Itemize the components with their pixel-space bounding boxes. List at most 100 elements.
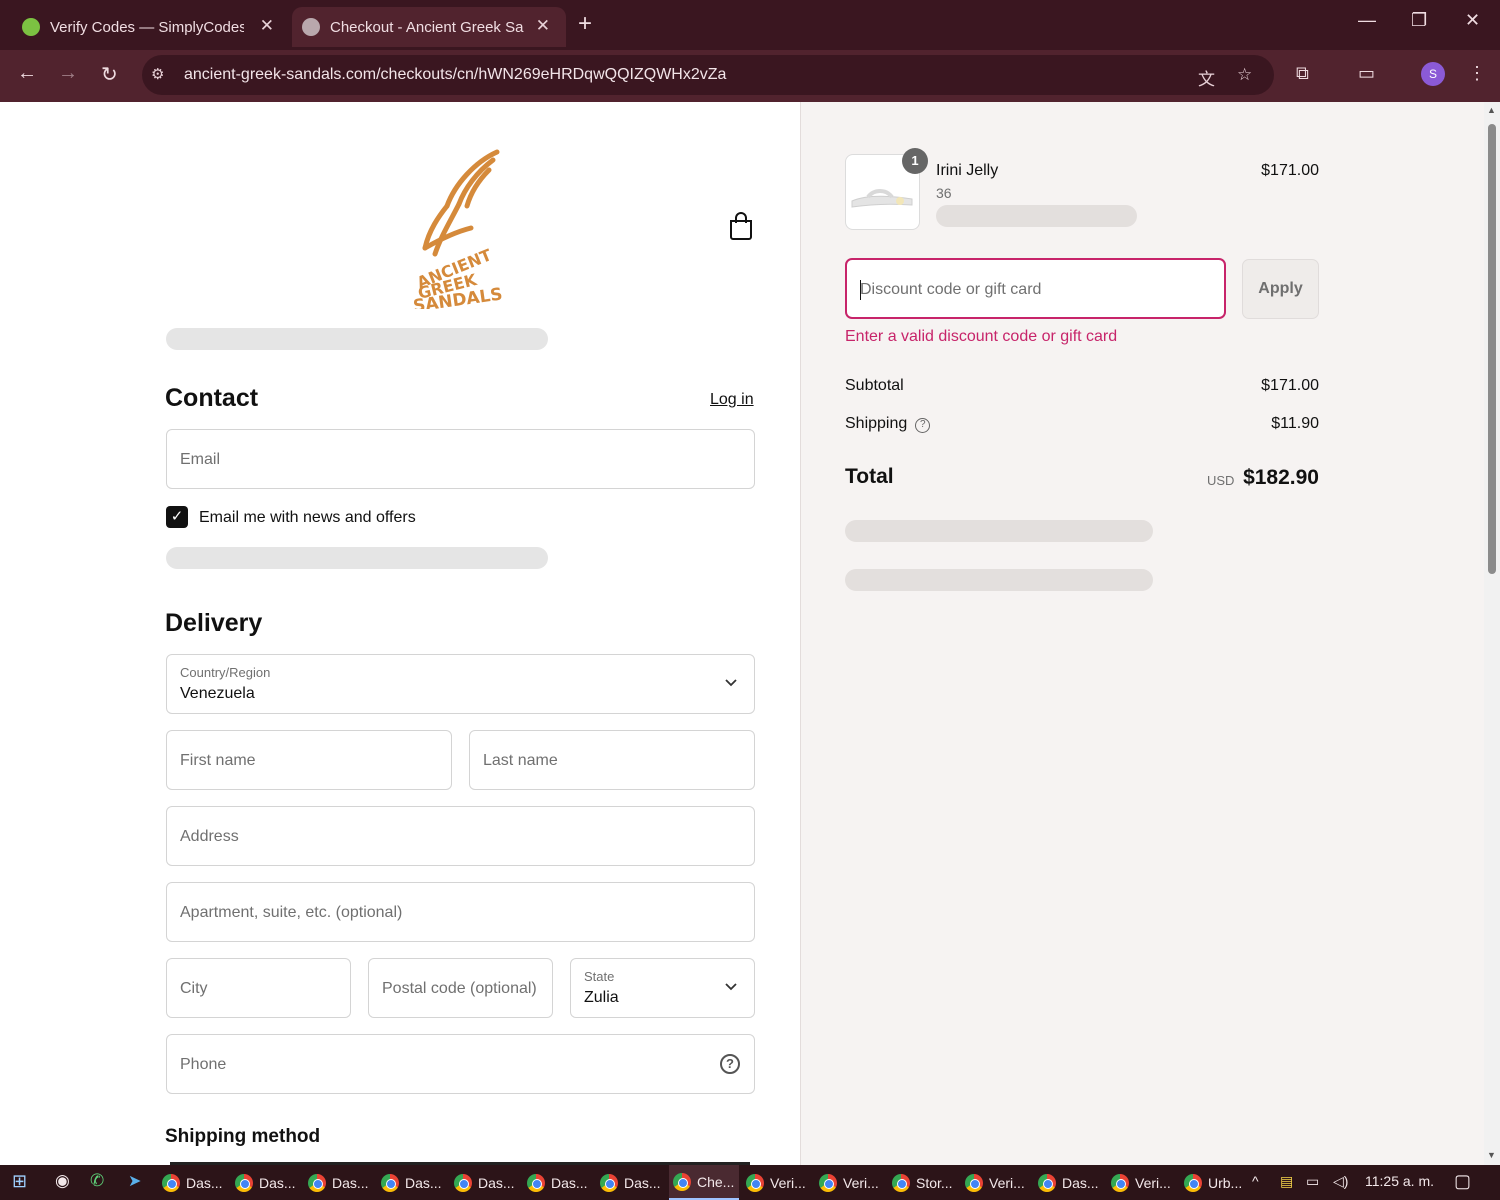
page-scrollbar[interactable]: ▲ ▼ (1484, 102, 1500, 1165)
city-field[interactable]: City (166, 958, 351, 1018)
profile-avatar[interactable]: S (1421, 62, 1445, 86)
translate-icon[interactable]: 文 (1198, 65, 1215, 90)
taskbar-window-label: Das... (478, 1174, 515, 1191)
close-window-icon[interactable]: ✕ (1465, 10, 1480, 31)
taskbar-window-button[interactable]: Veri... (961, 1165, 1031, 1200)
windows-start-icon[interactable]: ⊞ (12, 1171, 27, 1192)
address-placeholder: Address (180, 828, 239, 845)
shipping-method-heading: Shipping method (165, 1126, 321, 1147)
taskbar-window-button[interactable]: Das... (523, 1165, 593, 1200)
chrome-icon (819, 1173, 837, 1192)
notifications-icon[interactable]: ▢ (1454, 1171, 1471, 1192)
tab-title: Verify Codes — SimplyCodes (50, 18, 244, 36)
taskbar-window-label: Das... (405, 1174, 442, 1191)
taskbar-window-button[interactable]: Stor... (888, 1165, 958, 1200)
address-field[interactable]: Address (166, 806, 755, 866)
total-label: Total (845, 465, 894, 488)
chrome-icon (308, 1173, 326, 1192)
taskbar-window-button[interactable]: Das... (596, 1165, 666, 1200)
newsletter-checkbox[interactable]: ✓ (166, 506, 188, 528)
back-icon[interactable]: ← (17, 62, 37, 85)
reload-icon[interactable]: ↻ (101, 62, 118, 87)
address-bar[interactable]: ⚙ ancient-greek-sandals.com/checkouts/cn… (142, 55, 1274, 95)
taskbar-window-button[interactable]: Che... (669, 1165, 739, 1200)
postal-code-field[interactable]: Postal code (optional) (368, 958, 553, 1018)
shopping-bag-icon[interactable] (728, 212, 754, 240)
url-text[interactable]: ancient-greek-sandals.com/checkouts/cn/h… (184, 66, 726, 84)
tab-verify-codes[interactable]: Verify Codes — SimplyCodes ✕ (0, 7, 290, 47)
loading-placeholder (166, 547, 548, 569)
minimize-icon[interactable]: — (1358, 10, 1376, 31)
city-placeholder: City (180, 980, 208, 997)
taskbar-window-button[interactable]: Das... (377, 1165, 447, 1200)
scroll-down-icon[interactable]: ▼ (1487, 1150, 1496, 1160)
taskbar-window-button[interactable]: Das... (1034, 1165, 1104, 1200)
network-icon[interactable]: ▭ (1306, 1173, 1319, 1190)
phone-field[interactable]: Phone ? (166, 1034, 755, 1094)
subtotal-value: $171.00 (1261, 377, 1319, 394)
globe-favicon-icon (302, 18, 320, 36)
product-name: Irini Jelly (936, 162, 999, 179)
taskbar-window-label: Stor... (916, 1174, 953, 1191)
chrome-icon (1038, 1173, 1056, 1192)
discount-error-message: Enter a valid discount code or gift card (845, 328, 1118, 345)
whatsapp-icon[interactable]: ✆ (90, 1171, 104, 1191)
taskbar-window-button[interactable]: Veri... (1107, 1165, 1177, 1200)
first-name-field[interactable]: First name (166, 730, 452, 790)
apartment-field[interactable]: Apartment, suite, etc. (optional) (166, 882, 755, 942)
close-tab-icon[interactable]: ✕ (536, 16, 550, 36)
taskbar-window-button[interactable]: Urb... (1180, 1165, 1250, 1200)
checkout-page: ANCIENT GREEK SANDALS Contact Log in Ema… (0, 102, 1484, 1165)
email-field[interactable]: Email (166, 429, 755, 489)
menu-icon[interactable]: ⋮ (1468, 63, 1486, 84)
help-icon[interactable]: ? (720, 1054, 740, 1074)
phone-placeholder: Phone (180, 1056, 227, 1073)
scroll-up-icon[interactable]: ▲ (1487, 105, 1496, 115)
site-info-icon[interactable]: ⚙ (151, 65, 164, 83)
last-name-field[interactable]: Last name (469, 730, 755, 790)
country-label: Country/Region (180, 665, 271, 680)
newsletter-label: Email me with news and offers (199, 509, 416, 526)
volume-icon[interactable]: ◁) (1333, 1173, 1348, 1190)
delivery-heading: Delivery (165, 609, 263, 637)
chrome-icon (527, 1173, 545, 1192)
extensions-icon[interactable]: ⧉ (1296, 63, 1309, 84)
taskbar-window-button[interactable]: Das... (158, 1165, 228, 1200)
taskbar-window-button[interactable]: Das... (450, 1165, 520, 1200)
scrollbar-thumb[interactable] (1488, 124, 1496, 574)
state-select[interactable]: State Zulia (570, 958, 755, 1018)
country-value: Venezuela (180, 685, 255, 702)
close-tab-icon[interactable]: ✕ (260, 16, 274, 36)
taskbar-window-button[interactable]: Das... (231, 1165, 301, 1200)
contact-heading: Contact (165, 384, 259, 412)
clock[interactable]: 11:25 a. m. (1365, 1173, 1434, 1189)
notes-tray-icon[interactable]: ▤ (1280, 1173, 1293, 1190)
restore-icon[interactable]: ❐ (1411, 10, 1427, 31)
taskbar-window-button[interactable]: Veri... (742, 1165, 812, 1200)
discount-code-input[interactable]: Discount code or gift card (845, 258, 1226, 319)
new-tab-icon[interactable]: + (578, 10, 592, 38)
help-icon[interactable]: ? (915, 418, 931, 433)
forward-icon[interactable]: → (58, 62, 78, 85)
tab-title: Checkout - Ancient Greek Sand (330, 18, 524, 36)
tray-overflow-icon[interactable]: ^ (1252, 1173, 1259, 1189)
reading-list-icon[interactable]: ▭ (1358, 63, 1375, 84)
taskbar-window-button[interactable]: Das... (304, 1165, 374, 1200)
simplycodes-favicon-icon (22, 18, 40, 36)
log-in-link[interactable]: Log in (710, 391, 754, 409)
windows-taskbar: ⊞ ◉ ✆ ➤ Das... Das... Das... Das... Das... Da… (0, 1165, 1500, 1200)
chrome-pinned-icon[interactable]: ◉ (55, 1171, 70, 1191)
apply-button[interactable]: Apply (1242, 259, 1319, 319)
bookmark-star-icon[interactable]: ☆ (1237, 65, 1252, 85)
taskbar-window-button[interactable]: Veri... (815, 1165, 885, 1200)
country-select[interactable]: Country/Region Venezuela (166, 654, 755, 714)
taskbar-window-label: Veri... (989, 1174, 1025, 1191)
taskbar-window-label: Veri... (843, 1174, 879, 1191)
telegram-icon[interactable]: ➤ (128, 1171, 141, 1191)
tab-checkout[interactable]: Checkout - Ancient Greek Sand ✕ (292, 7, 566, 47)
taskbar-window-label: Das... (624, 1174, 661, 1191)
chrome-icon (1111, 1173, 1129, 1192)
state-label: State (584, 969, 615, 984)
ancient-greek-sandals-logo[interactable]: ANCIENT GREEK SANDALS (405, 144, 515, 309)
chevron-down-icon (725, 679, 737, 687)
